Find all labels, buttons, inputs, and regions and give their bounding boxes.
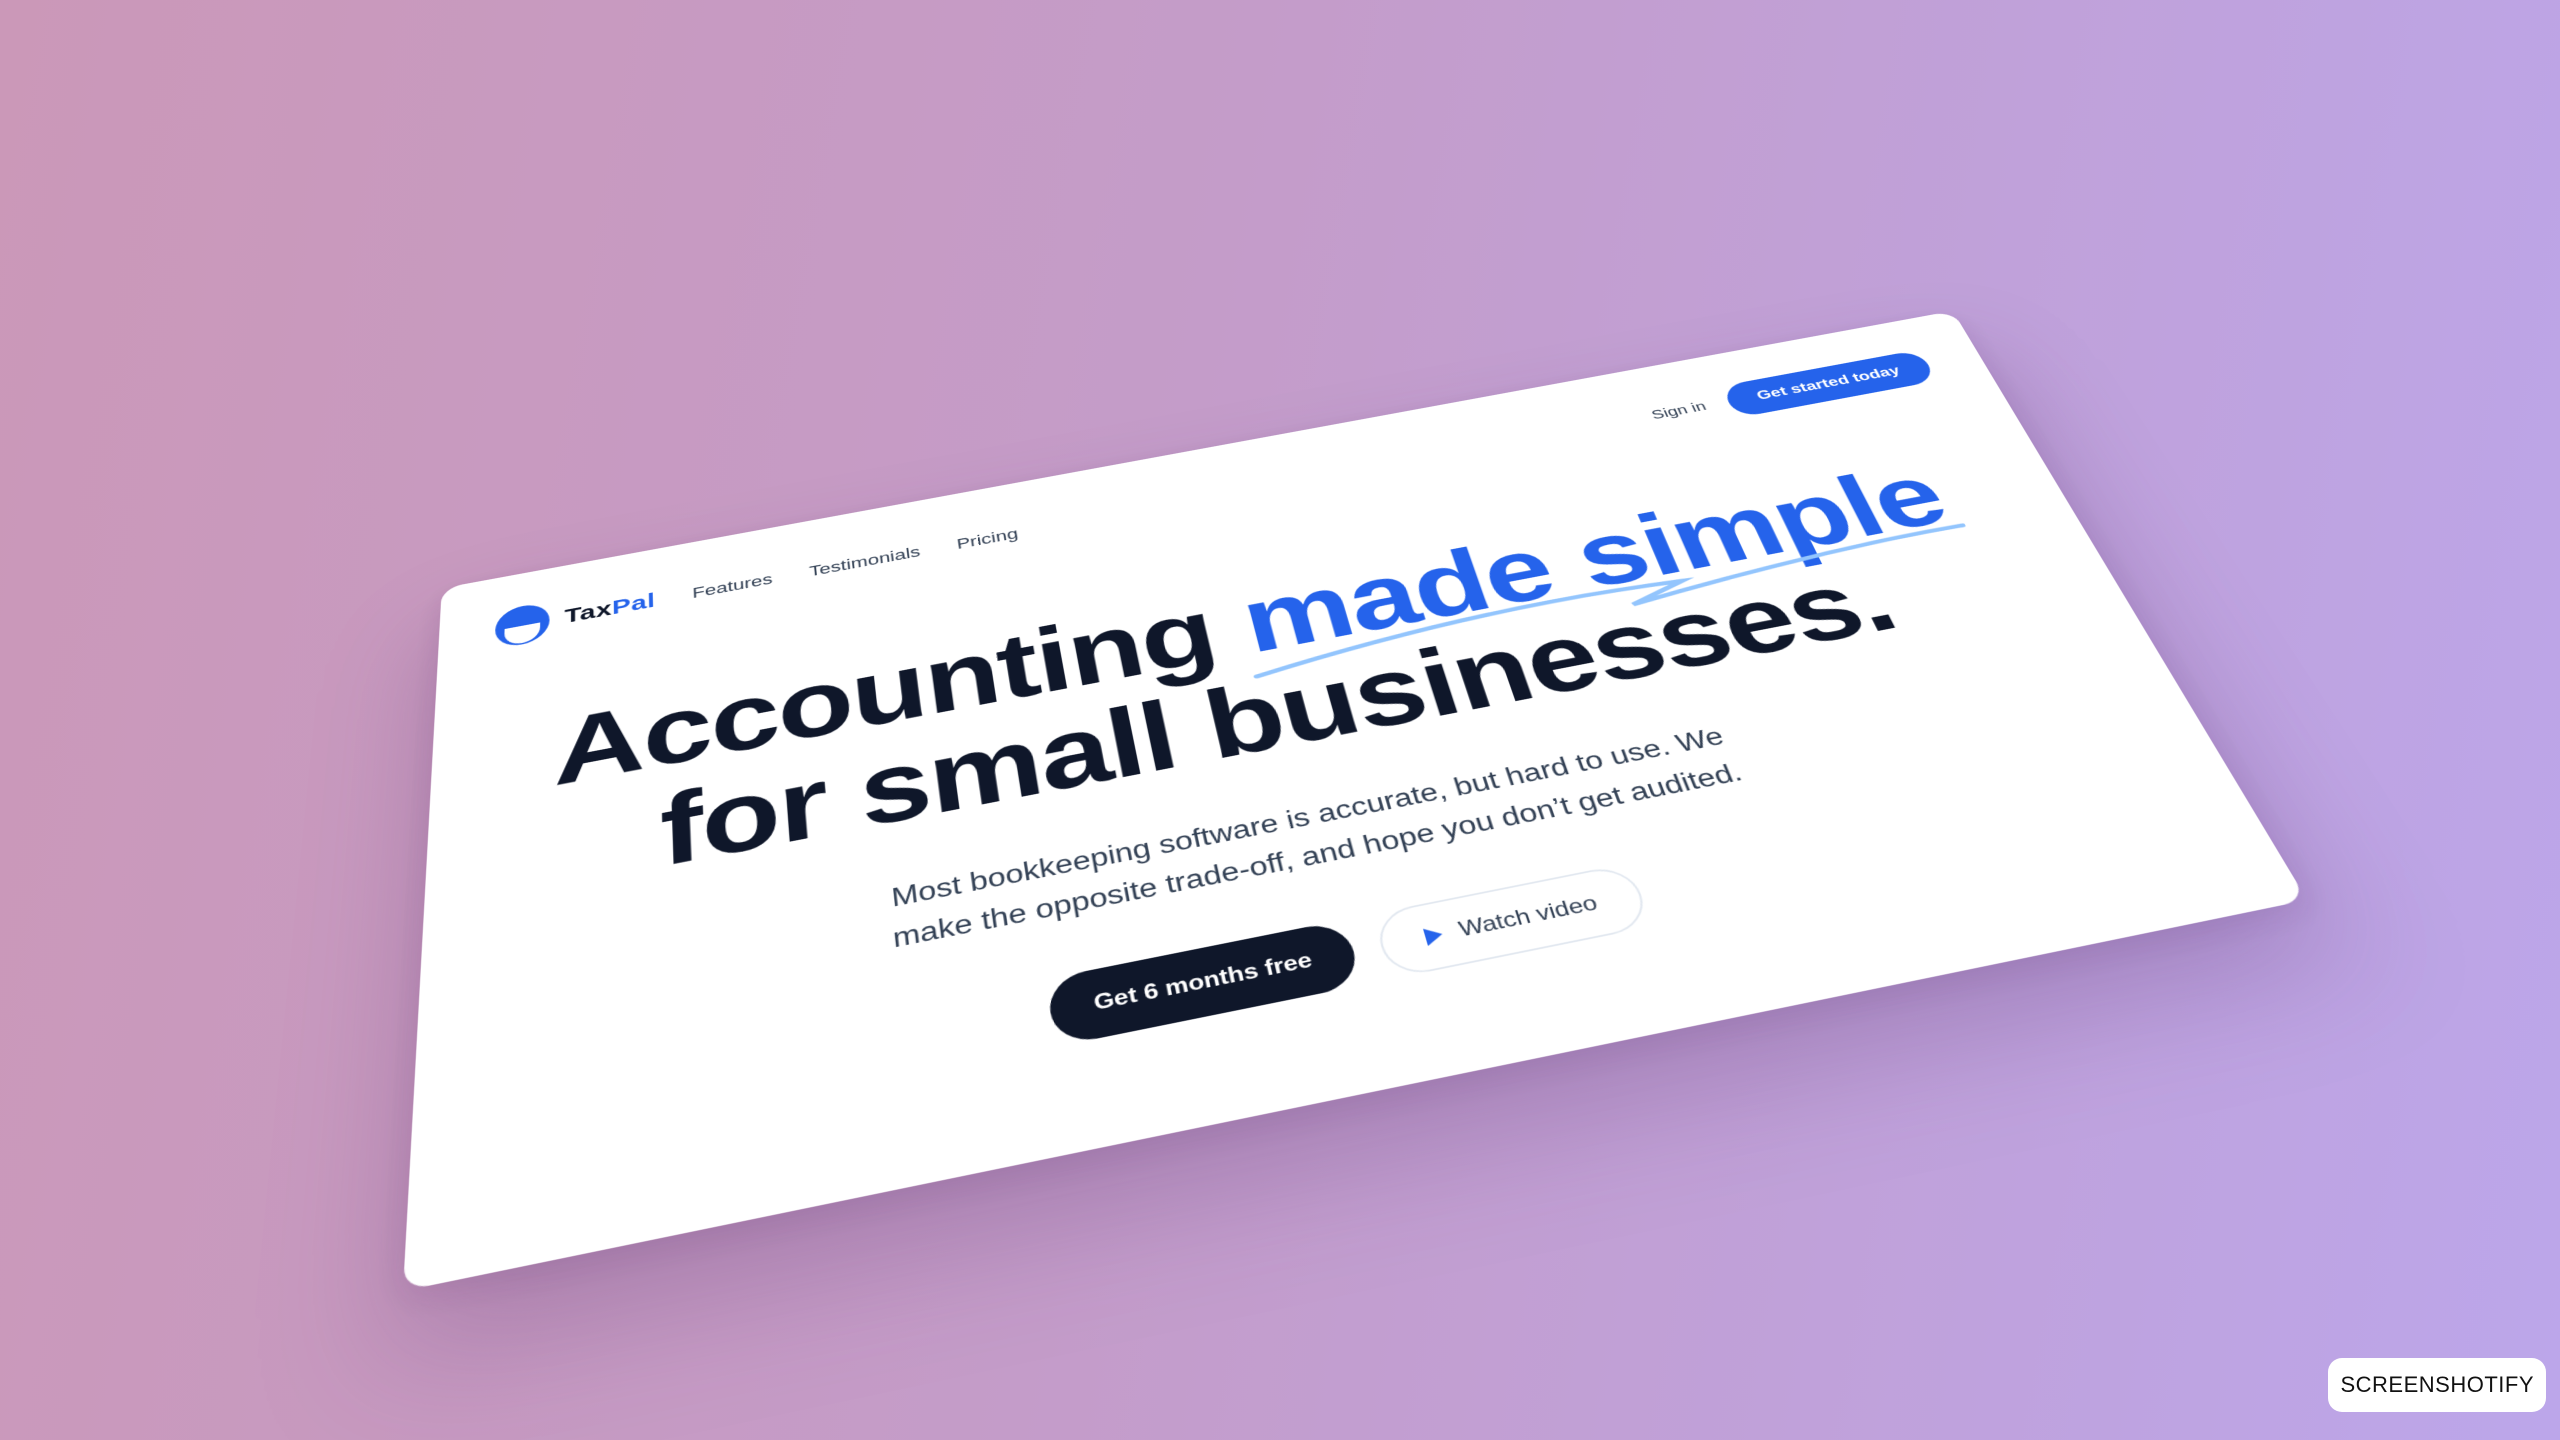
nav-link-pricing[interactable]: Pricing — [956, 525, 1020, 553]
nav-link-testimonials[interactable]: Testimonials — [809, 543, 922, 580]
brand-prefix: Tax — [564, 597, 612, 627]
nav-link-features[interactable]: Features — [692, 570, 773, 602]
hero-section: Accounting made simple for small busines… — [409, 431, 2250, 1177]
get-started-button[interactable]: Get started today — [1720, 349, 1937, 418]
get-free-months-button[interactable]: Get 6 months free — [1046, 919, 1363, 1047]
watch-video-button[interactable]: Watch video — [1373, 863, 1653, 980]
play-icon — [1424, 926, 1446, 947]
nav-right: Sign in Get started today — [1645, 349, 1937, 432]
watch-video-label: Watch video — [1456, 891, 1601, 942]
brand-name[interactable]: TaxPal — [564, 589, 655, 628]
browser-card: TaxPal Features Testimonials Pricing Sig… — [403, 311, 2307, 1291]
brand-suffix: Pal — [612, 589, 656, 619]
logo-icon[interactable] — [495, 601, 550, 649]
presentation-stage: TaxPal Features Testimonials Pricing Sig… — [0, 0, 2560, 1440]
nav-links: Features Testimonials Pricing — [692, 525, 1019, 602]
sign-in-link[interactable]: Sign in — [1649, 399, 1708, 422]
watermark-badge: SCREENSHOTIFY — [2328, 1358, 2546, 1412]
